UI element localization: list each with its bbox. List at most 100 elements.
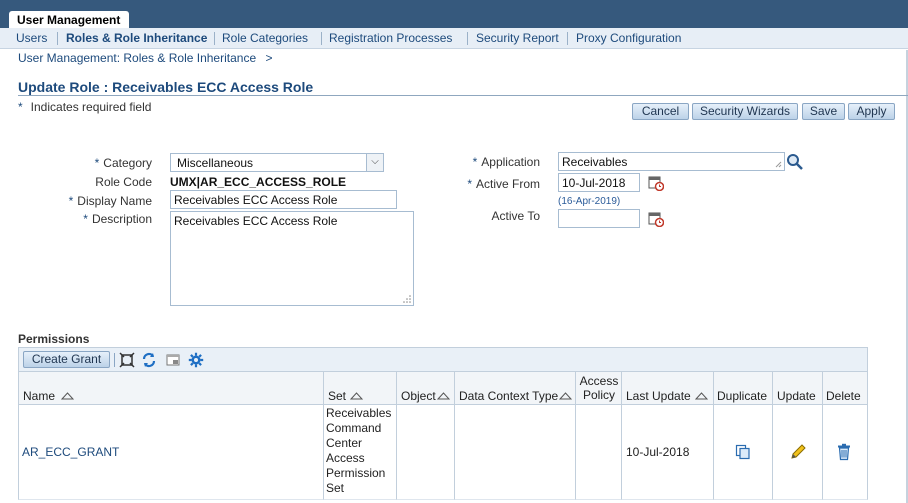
pencil-icon[interactable] xyxy=(789,443,807,461)
description-value: Receivables ECC Access Role xyxy=(174,214,338,228)
nav-users[interactable]: Users xyxy=(16,31,47,45)
category-label-text: Category xyxy=(103,156,152,170)
cell-data-context-type xyxy=(455,405,576,500)
search-icon[interactable] xyxy=(786,153,804,171)
cell-update xyxy=(773,405,823,500)
last-update-value: 10-Jul-2018 xyxy=(626,445,690,459)
cell-delete xyxy=(823,405,868,500)
apply-button[interactable]: Apply xyxy=(848,103,895,120)
description-textarea[interactable]: Receivables ECC Access Role xyxy=(170,211,414,306)
application-field[interactable]: Receivables xyxy=(558,152,785,171)
required-field-note: * Indicates required field xyxy=(18,100,151,114)
calendar-icon[interactable] xyxy=(648,211,664,227)
active-from-hint: (16-Apr-2019) xyxy=(558,196,621,207)
breadcrumb: User Management: Roles & Role Inheritanc… xyxy=(18,51,272,65)
nav-registration-processes[interactable]: Registration Processes xyxy=(329,31,452,45)
display-name-field[interactable]: Receivables ECC Access Role xyxy=(170,190,397,209)
required-note-text: Indicates required field xyxy=(30,100,152,114)
nav-separator xyxy=(321,32,322,45)
required-star: * xyxy=(94,156,100,170)
column-set-label: Set xyxy=(328,389,347,403)
active-from-field[interactable]: 10-Jul-2018 xyxy=(558,173,640,192)
toolbar-separator xyxy=(114,353,115,367)
sort-icon[interactable] xyxy=(437,392,450,400)
sort-icon[interactable] xyxy=(61,392,74,400)
nav-separator xyxy=(567,32,568,45)
app-tab-user-management[interactable]: User Management xyxy=(9,11,129,29)
required-star: * xyxy=(472,155,478,169)
cancel-button[interactable]: Cancel xyxy=(632,103,689,120)
column-header-delete: Delete xyxy=(823,372,868,405)
column-header-last-update[interactable]: Last Update xyxy=(622,372,714,405)
required-star: * xyxy=(83,212,88,226)
sort-icon[interactable] xyxy=(350,392,363,400)
active-from-label: * Active From xyxy=(420,177,540,191)
table-row: AR_ECC_GRANT xyxy=(18,405,324,500)
column-object-label: Object xyxy=(401,389,436,403)
nav-proxy-configuration[interactable]: Proxy Configuration xyxy=(576,31,681,45)
column-header-set[interactable]: Set xyxy=(324,372,397,405)
application-value: Receivables xyxy=(562,155,628,169)
nav-separator xyxy=(57,32,58,45)
refresh-icon[interactable] xyxy=(141,352,157,368)
resize-handle-icon[interactable] xyxy=(403,295,411,303)
column-header-access-policy: Access Policy xyxy=(576,372,622,405)
application-label: * Application xyxy=(420,155,540,169)
category-value: Miscellaneous xyxy=(177,156,254,170)
permissions-toolbar: Create Grant xyxy=(18,347,868,372)
page-title: Update Role : Receivables ECC Access Rol… xyxy=(18,79,314,95)
trash-icon[interactable] xyxy=(836,443,852,461)
sort-icon[interactable] xyxy=(559,392,572,400)
nav-role-categories[interactable]: Role Categories xyxy=(222,31,308,45)
cell-duplicate xyxy=(714,405,773,500)
cell-last-update: 10-Jul-2018 xyxy=(622,405,714,500)
required-star: * xyxy=(68,194,74,208)
column-data-context-type-label: Data Context Type xyxy=(459,389,559,403)
display-name-label-text: Display Name xyxy=(77,194,152,208)
create-grant-button[interactable]: Create Grant xyxy=(23,351,110,368)
required-star: * xyxy=(467,177,472,191)
nav-separator xyxy=(214,32,215,45)
set-value: Receivables Command Center Access Permis… xyxy=(326,406,392,495)
description-label-text: Description xyxy=(91,212,152,226)
nav-separator xyxy=(467,32,468,45)
grant-name-link[interactable]: AR_ECC_GRANT xyxy=(22,445,119,459)
required-star: * xyxy=(18,100,23,114)
cell-set: Receivables Command Center Access Permis… xyxy=(324,405,397,500)
cell-access-policy xyxy=(576,405,622,500)
cell-object xyxy=(397,405,455,500)
breadcrumb-separator: > xyxy=(265,51,273,65)
detach-icon[interactable] xyxy=(119,352,135,368)
category-label: * Category xyxy=(40,156,152,170)
column-last-update-label: Last Update xyxy=(626,389,691,403)
category-select[interactable]: Miscellaneous ⌵ xyxy=(170,153,384,172)
nav-security-report[interactable]: Security Report xyxy=(476,31,559,45)
calendar-icon[interactable] xyxy=(648,175,664,191)
sub-navigation: Users Roles & Role Inheritance Role Cate… xyxy=(0,28,908,49)
column-header-object[interactable]: Object xyxy=(397,372,455,405)
column-header-duplicate: Duplicate xyxy=(714,372,773,405)
column-access-policy-label: Access Policy xyxy=(579,374,619,402)
freeze-icon[interactable] xyxy=(165,352,181,368)
title-divider xyxy=(18,95,908,96)
nav-roles-role-inheritance[interactable]: Roles & Role Inheritance xyxy=(66,31,207,45)
column-header-data-context-type[interactable]: Data Context Type xyxy=(455,372,576,405)
permissions-heading: Permissions xyxy=(18,332,90,346)
column-update-label: Update xyxy=(777,389,816,403)
sort-icon[interactable] xyxy=(695,392,708,400)
role-code-value: UMX|AR_ECC_ACCESS_ROLE xyxy=(170,175,347,189)
top-banner xyxy=(0,0,908,28)
resize-corner-icon xyxy=(775,161,782,168)
column-header-name[interactable]: Name xyxy=(18,372,324,405)
active-to-field[interactable] xyxy=(558,209,640,228)
security-wizards-button[interactable]: Security Wizards xyxy=(692,103,798,120)
display-name-label: * Display Name xyxy=(40,194,152,208)
breadcrumb-link[interactable]: User Management: Roles & Role Inheritanc… xyxy=(18,51,256,65)
application-label-text: Application xyxy=(481,155,540,169)
duplicate-icon[interactable] xyxy=(735,444,751,460)
chevron-down-icon[interactable]: ⌵ xyxy=(366,154,383,171)
gear-icon[interactable] xyxy=(188,352,204,368)
active-to-label: Active To xyxy=(491,209,540,223)
column-delete-label: Delete xyxy=(826,389,861,403)
save-button[interactable]: Save xyxy=(802,103,845,120)
